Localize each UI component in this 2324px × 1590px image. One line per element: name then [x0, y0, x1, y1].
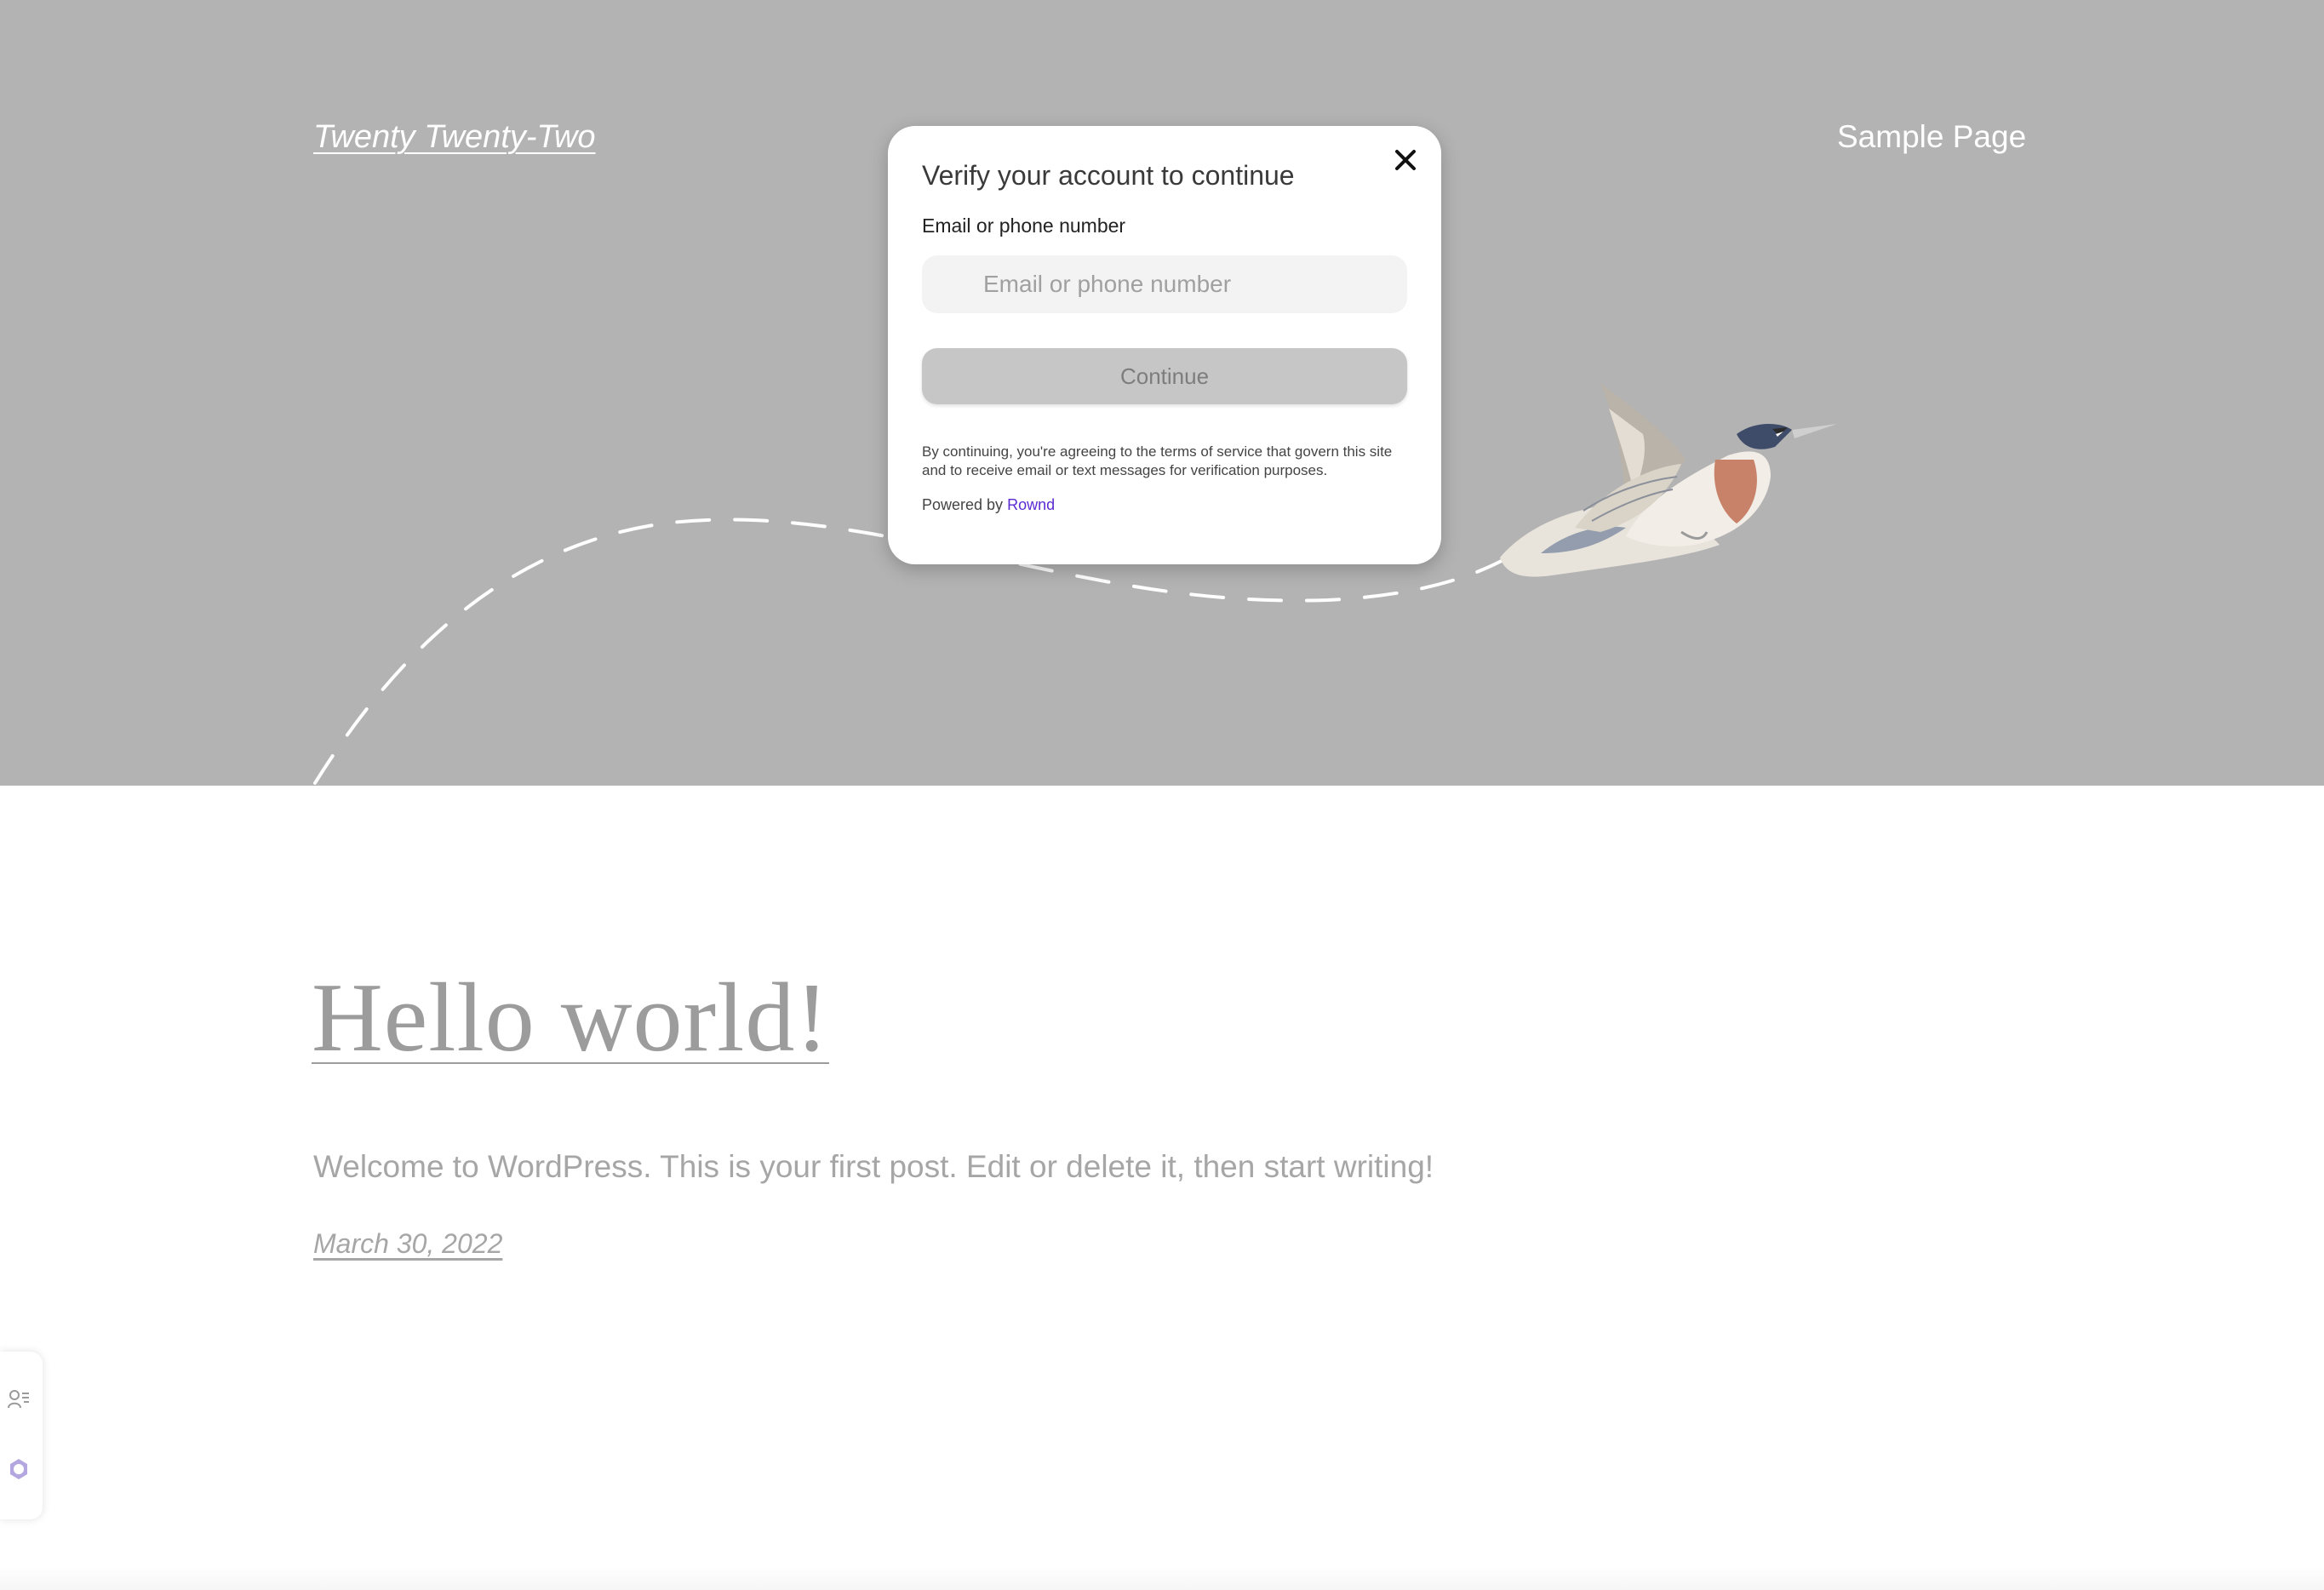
- page: Twenty Twenty-Two Sample Page Hello worl…: [0, 0, 2324, 1590]
- site-title-link[interactable]: Twenty Twenty-Two: [313, 119, 596, 156]
- powered-by: Powered by Rownd: [922, 496, 1055, 514]
- rownd-link[interactable]: Rownd: [1007, 496, 1055, 513]
- post-date-link[interactable]: March 30, 2022: [313, 1228, 502, 1260]
- continue-button[interactable]: Continue: [922, 348, 1407, 404]
- legal-text: By continuing, you're agreeing to the te…: [922, 443, 1393, 478]
- bottom-fade: [0, 1566, 2324, 1590]
- email-field-label: Email or phone number: [922, 214, 1126, 237]
- nav-link-sample-page[interactable]: Sample Page: [1837, 119, 2026, 155]
- verify-account-modal: Verify your account to continue Email or…: [888, 126, 1441, 564]
- close-icon[interactable]: [1388, 143, 1422, 177]
- post-excerpt: Welcome to WordPress. This is your first…: [313, 1149, 1434, 1184]
- side-widget: [0, 1352, 43, 1519]
- modal-title: Verify your account to continue: [922, 160, 1295, 191]
- powered-by-prefix: Powered by: [922, 496, 1004, 513]
- rownd-logo-icon[interactable]: [7, 1457, 31, 1481]
- post-title-link[interactable]: Hello world!: [312, 962, 829, 1075]
- email-phone-input[interactable]: [922, 255, 1407, 313]
- user-list-icon[interactable]: [7, 1387, 31, 1411]
